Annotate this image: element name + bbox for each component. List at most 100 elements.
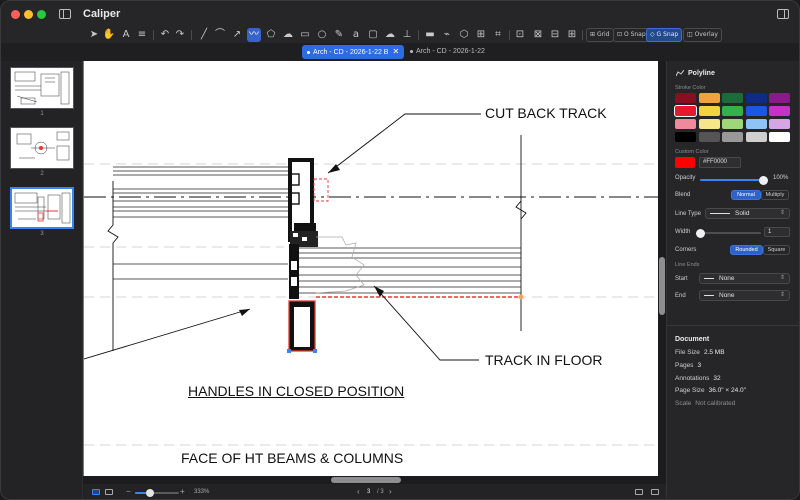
crop-icon[interactable]: ⌗ bbox=[491, 28, 505, 42]
minimize-window-button[interactable] bbox=[24, 10, 33, 19]
horizontal-scrollbar[interactable] bbox=[83, 476, 666, 484]
corners-rounded-button[interactable]: Rounded bbox=[730, 245, 763, 255]
drawing-canvas[interactable]: CUT BACK TRACK TRACK IN FLOOR HANDLES IN… bbox=[83, 61, 658, 476]
color-swatch[interactable] bbox=[722, 119, 743, 129]
color-swatch[interactable] bbox=[769, 93, 790, 103]
annotation-face-of-beams[interactable]: FACE OF HT BEAMS & COLUMNS bbox=[181, 450, 403, 466]
color-swatch[interactable] bbox=[675, 93, 696, 103]
polyline-vertex[interactable] bbox=[518, 294, 524, 300]
selection-handle[interactable] bbox=[287, 349, 291, 353]
color-swatch[interactable] bbox=[722, 132, 743, 142]
cloud-area-icon[interactable]: ☁ bbox=[281, 28, 295, 42]
select-icon[interactable]: ➤ bbox=[87, 28, 101, 42]
fit-page-icon[interactable]: ⊟ bbox=[548, 28, 562, 42]
color-swatch[interactable] bbox=[769, 106, 790, 116]
blend-normal-button[interactable]: Normal bbox=[731, 190, 761, 200]
annotation-cut-back-track[interactable]: CUT BACK TRACK bbox=[485, 105, 607, 121]
polygon-icon[interactable]: ⬠ bbox=[264, 28, 278, 42]
width-field[interactable]: 1 bbox=[764, 227, 790, 237]
annotation-handles-closed[interactable]: HANDLES IN CLOSED POSITION bbox=[188, 383, 404, 399]
vertical-scrollbar[interactable] bbox=[658, 61, 666, 476]
close-tab-icon[interactable]: ✕ bbox=[392, 47, 399, 56]
compare-view-icon[interactable] bbox=[651, 489, 659, 495]
page-thumbnail-2[interactable] bbox=[10, 127, 74, 169]
sidebar-toggle-icon[interactable] bbox=[59, 9, 71, 19]
continuous-view-icon[interactable] bbox=[105, 489, 113, 495]
tab-arch-cd-b[interactable]: Arch - CD - 2026-1-22 B ✕ bbox=[302, 45, 405, 59]
color-swatch[interactable] bbox=[769, 132, 790, 142]
area-measure-icon[interactable]: ⬡ bbox=[457, 28, 471, 42]
page-thumbnail-1[interactable] bbox=[10, 67, 74, 109]
selection-handle[interactable] bbox=[313, 349, 317, 353]
blend-multiply-button[interactable]: Multiply bbox=[761, 190, 789, 200]
color-swatch[interactable] bbox=[698, 119, 720, 129]
count-icon[interactable]: ⊞ bbox=[474, 28, 488, 42]
next-page-button[interactable]: › bbox=[389, 487, 392, 496]
grid-toggle-button[interactable]: ⊞ Grid bbox=[586, 28, 614, 42]
zoom-window-button[interactable] bbox=[37, 10, 46, 19]
color-swatch[interactable] bbox=[745, 93, 767, 103]
redo-icon[interactable]: ↷ bbox=[173, 28, 187, 42]
horizontal-scroll-thumb[interactable] bbox=[331, 477, 401, 483]
opacity-slider-knob[interactable] bbox=[759, 176, 768, 185]
zoom-slider[interactable] bbox=[135, 489, 179, 497]
gsnap-toggle-button[interactable]: ◇ G Snap bbox=[646, 28, 683, 42]
overlay-toggle-button[interactable]: ◫ Overlay bbox=[683, 28, 722, 42]
color-swatch[interactable] bbox=[674, 105, 697, 117]
callout-icon[interactable]: ▢ bbox=[366, 28, 380, 42]
cloud-icon[interactable]: ☁ bbox=[383, 28, 397, 42]
close-window-button[interactable] bbox=[11, 10, 20, 19]
polylength-icon[interactable]: ⌁ bbox=[440, 28, 454, 42]
rectangle-icon[interactable]: ▭ bbox=[298, 28, 312, 42]
edit-text-icon[interactable]: ≡ bbox=[135, 28, 149, 42]
polyline-icon[interactable]: 〰 bbox=[247, 28, 261, 42]
width-slider[interactable] bbox=[696, 229, 761, 238]
split-view-icon[interactable] bbox=[635, 489, 643, 495]
arrow-icon[interactable]: ↗ bbox=[230, 28, 244, 42]
width-slider-knob[interactable] bbox=[696, 229, 706, 238]
color-swatch[interactable] bbox=[698, 93, 720, 103]
undo-icon[interactable]: ↶ bbox=[158, 28, 172, 42]
text-select-icon[interactable]: A bbox=[119, 28, 133, 42]
current-page-field[interactable]: 3 bbox=[367, 489, 370, 495]
color-swatch[interactable] bbox=[745, 106, 767, 116]
start-end-dropdown[interactable]: None ⇕ bbox=[699, 273, 790, 284]
annotation-track-in-floor[interactable]: TRACK IN FLOOR bbox=[485, 352, 602, 368]
zoom-out-button[interactable]: − bbox=[126, 487, 131, 496]
rotate-icon[interactable]: ⊡ bbox=[513, 28, 527, 42]
color-swatch[interactable] bbox=[745, 119, 767, 129]
single-page-view-icon[interactable] bbox=[92, 489, 100, 495]
custom-color-hex-field[interactable]: #FF0000 bbox=[699, 157, 741, 168]
tab-arch-cd[interactable]: Arch - CD - 2026-1-22 bbox=[405, 45, 490, 59]
color-swatch[interactable] bbox=[698, 132, 720, 142]
text-icon[interactable]: a bbox=[349, 28, 363, 42]
zoom-in-button[interactable]: + bbox=[180, 487, 185, 496]
inspector-toggle-icon[interactable] bbox=[777, 9, 789, 19]
color-swatch[interactable] bbox=[769, 119, 790, 129]
color-swatch[interactable] bbox=[698, 106, 720, 116]
opacity-slider[interactable] bbox=[700, 176, 768, 185]
color-swatch[interactable] bbox=[675, 132, 696, 142]
color-swatch[interactable] bbox=[675, 119, 696, 129]
line-type-dropdown[interactable]: Solid ⇕ bbox=[705, 208, 790, 219]
vertical-scroll-thumb[interactable] bbox=[659, 257, 665, 315]
color-swatch[interactable] bbox=[745, 132, 767, 142]
perimeter-icon[interactable]: ⊠ bbox=[531, 28, 545, 42]
highlighter-icon[interactable]: ✎ bbox=[332, 28, 346, 42]
fit-width-icon[interactable]: ⊞ bbox=[565, 28, 579, 42]
previous-page-button[interactable]: ‹ bbox=[357, 487, 360, 496]
end-end-dropdown[interactable]: None ⇕ bbox=[699, 290, 790, 301]
osnap-toggle-button[interactable]: ⊡ O Snap bbox=[613, 28, 650, 42]
stamp-icon[interactable]: ⊥ bbox=[400, 28, 414, 42]
custom-color-swatch[interactable] bbox=[675, 157, 695, 168]
color-swatch[interactable] bbox=[722, 106, 743, 116]
arc-icon[interactable]: ⌒ bbox=[213, 28, 227, 42]
length-measure-icon[interactable]: ▬ bbox=[423, 28, 437, 42]
color-swatch[interactable] bbox=[722, 93, 743, 103]
ellipse-icon[interactable]: ○ bbox=[315, 28, 329, 42]
hand-icon[interactable]: ✋ bbox=[102, 28, 116, 42]
zoom-slider-knob[interactable] bbox=[145, 489, 154, 497]
corners-square-button[interactable]: Square bbox=[763, 245, 790, 255]
line-icon[interactable]: ╱ bbox=[197, 28, 211, 42]
page-thumbnail-3[interactable] bbox=[10, 187, 74, 229]
